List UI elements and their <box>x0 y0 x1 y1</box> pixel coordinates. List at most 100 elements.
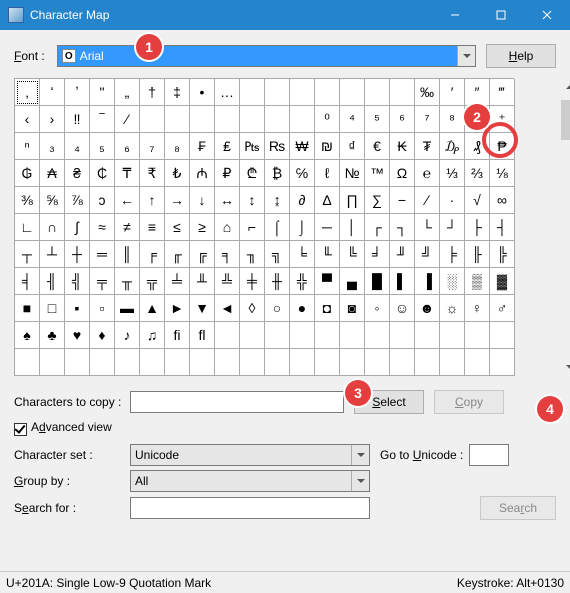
grid-cell[interactable]: ₇ <box>140 133 165 160</box>
grid-cell[interactable]: ╥ <box>115 268 140 295</box>
grid-cell[interactable] <box>190 106 215 133</box>
grid-cell[interactable]: ‼ <box>65 106 90 133</box>
grid-cell[interactable] <box>465 349 490 376</box>
grid-cell[interactable] <box>265 79 290 106</box>
grid-cell[interactable]: ʼ <box>65 79 90 106</box>
grid-cell[interactable]: ∙ <box>440 187 465 214</box>
grid-cell[interactable] <box>240 79 265 106</box>
grid-cell[interactable]: ₭ <box>390 133 415 160</box>
grid-cell[interactable]: ☼ <box>440 295 465 322</box>
grid-cell[interactable]: ʻ <box>40 79 65 106</box>
grid-cell[interactable]: ⌡ <box>290 214 315 241</box>
grid-cell[interactable]: ⁸ <box>440 106 465 133</box>
grid-cell[interactable] <box>340 322 365 349</box>
character-set-combobox[interactable]: Unicode <box>130 444 370 466</box>
grid-cell[interactable]: ₽ <box>215 160 240 187</box>
grid-cell[interactable] <box>165 349 190 376</box>
grid-cell[interactable]: ₲ <box>15 160 40 187</box>
grid-cell[interactable]: ⅔ <box>465 160 490 187</box>
grid-cell[interactable]: ∟ <box>15 214 40 241</box>
grid-cell[interactable] <box>290 322 315 349</box>
grid-cell[interactable]: ⁶ <box>390 106 415 133</box>
grid-cell[interactable] <box>140 106 165 133</box>
grid-cell[interactable]: ╩ <box>215 268 240 295</box>
grid-cell[interactable]: ╞ <box>440 241 465 268</box>
grid-cell[interactable]: ▼ <box>190 295 215 322</box>
grid-cell[interactable]: ┘ <box>440 214 465 241</box>
minimize-button[interactable] <box>432 0 478 30</box>
grid-cell[interactable]: ₹ <box>140 160 165 187</box>
grid-cell[interactable]: ‹ <box>15 106 40 133</box>
grid-cell[interactable]: ► <box>165 295 190 322</box>
group-by-combobox[interactable]: All <box>130 470 370 492</box>
character-grid[interactable]: ‚ʻʼ"„†‡•…‰′″‴‹›‼‾⁄⁰⁴⁵⁶⁷⁸⁹⁺ⁿ₃₄₅₆₇₈₣₤₧₨₩₪₫… <box>14 78 514 376</box>
grid-cell[interactable]: ‴ <box>490 79 515 106</box>
help-button[interactable]: Help <box>486 44 556 68</box>
grid-cell[interactable]: ₵ <box>90 160 115 187</box>
grid-cell[interactable]: ⅓ <box>440 160 465 187</box>
grid-cell[interactable]: ⁿ <box>15 133 40 160</box>
grid-cell[interactable]: ″ <box>465 79 490 106</box>
grid-cell[interactable]: ⁵ <box>365 106 390 133</box>
grid-cell[interactable] <box>215 349 240 376</box>
grid-cell[interactable]: ∕ <box>415 187 440 214</box>
grid-cell[interactable]: ₾ <box>240 160 265 187</box>
go-to-unicode-input[interactable] <box>469 444 509 466</box>
chevron-down-icon[interactable] <box>351 471 369 491</box>
grid-cell[interactable]: ⌐ <box>240 214 265 241</box>
grid-cell[interactable]: ≠ <box>115 214 140 241</box>
grid-cell[interactable]: ↑ <box>140 187 165 214</box>
grid-cell[interactable] <box>40 349 65 376</box>
grid-cell[interactable]: ‚ <box>15 79 40 106</box>
grid-cell[interactable]: ▪ <box>65 295 90 322</box>
grid-cell[interactable]: ╙ <box>315 241 340 268</box>
close-button[interactable] <box>524 0 570 30</box>
grid-cell[interactable]: ₣ <box>190 133 215 160</box>
grid-cell[interactable] <box>315 322 340 349</box>
grid-cell[interactable] <box>390 79 415 106</box>
grid-cell[interactable]: ┤ <box>490 214 515 241</box>
grid-cell[interactable] <box>315 349 340 376</box>
grid-cell[interactable] <box>490 349 515 376</box>
grid-cell[interactable]: ₅ <box>90 133 115 160</box>
grid-cell[interactable] <box>365 79 390 106</box>
grid-cell[interactable]: ₃ <box>40 133 65 160</box>
grid-cell[interactable]: − <box>390 187 415 214</box>
grid-cell[interactable]: ╕ <box>215 241 240 268</box>
grid-cell[interactable]: ₆ <box>115 133 140 160</box>
grid-cell[interactable]: ╚ <box>340 241 365 268</box>
grid-cell[interactable]: ₸ <box>115 160 140 187</box>
grid-cell[interactable]: „ <box>115 79 140 106</box>
grid-cell[interactable]: ┬ <box>15 241 40 268</box>
grid-cell[interactable]: ■ <box>15 295 40 322</box>
grid-cell[interactable]: ╜ <box>390 241 415 268</box>
grid-cell[interactable]: ╨ <box>190 268 215 295</box>
grid-cell[interactable]: ′ <box>440 79 465 106</box>
grid-cell[interactable]: ╓ <box>165 241 190 268</box>
grid-cell[interactable]: ▐ <box>415 268 440 295</box>
grid-cell[interactable]: ‾ <box>90 106 115 133</box>
grid-cell[interactable]: ♂ <box>490 295 515 322</box>
grid-cell[interactable]: ☻ <box>415 295 440 322</box>
grid-cell[interactable]: Ω <box>390 160 415 187</box>
grid-cell[interactable] <box>465 322 490 349</box>
grid-cell[interactable]: ♠ <box>15 322 40 349</box>
grid-cell[interactable]: ₯ <box>440 133 465 160</box>
grid-cell[interactable]: ○ <box>265 295 290 322</box>
search-for-input[interactable] <box>130 497 370 519</box>
grid-cell[interactable]: ▓ <box>490 268 515 295</box>
grid-cell[interactable] <box>440 322 465 349</box>
grid-cell[interactable] <box>290 106 315 133</box>
grid-cell[interactable]: ⁷ <box>415 106 440 133</box>
grid-cell[interactable]: ℮ <box>415 160 440 187</box>
grid-cell[interactable]: ◊ <box>240 295 265 322</box>
grid-cell[interactable] <box>415 349 440 376</box>
grid-cell[interactable]: ∩ <box>40 214 65 241</box>
grid-cell[interactable]: ↄ <box>90 187 115 214</box>
grid-cell[interactable]: ‡ <box>165 79 190 106</box>
grid-cell[interactable] <box>115 349 140 376</box>
grid-cell[interactable]: ₫ <box>340 133 365 160</box>
grid-cell[interactable] <box>390 322 415 349</box>
grid-cell[interactable]: ▄ <box>340 268 365 295</box>
grid-cell[interactable]: ₩ <box>290 133 315 160</box>
